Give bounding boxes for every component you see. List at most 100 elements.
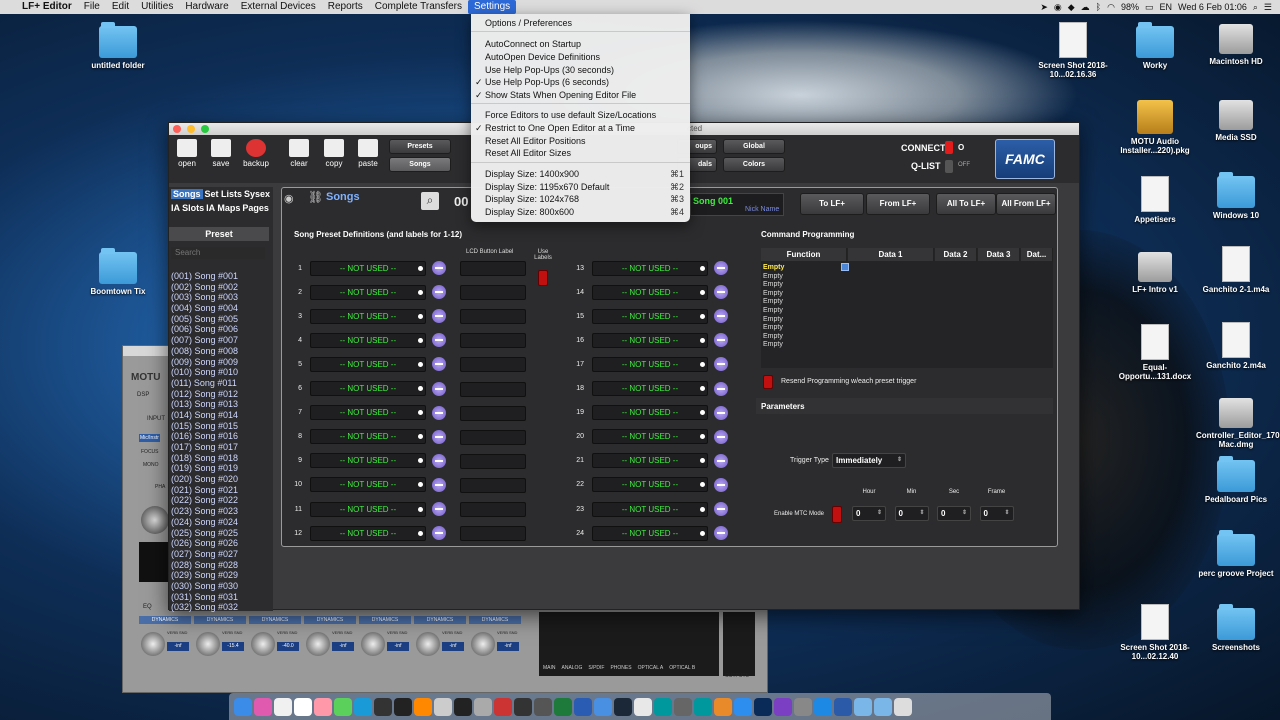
settings-menu-item[interactable]: Reset All Editor Positions xyxy=(471,135,690,147)
col-data1[interactable]: Data 1 xyxy=(848,248,934,261)
slot-preset-field[interactable]: -- NOT USED -- xyxy=(592,501,708,517)
menu-reports[interactable]: Reports xyxy=(322,0,369,14)
all-to-lf-button[interactable]: All To LF+ xyxy=(936,193,996,215)
mtc-field[interactable]: 0 ⇕ xyxy=(937,506,971,521)
send-knob[interactable] xyxy=(361,632,385,656)
desktop-file[interactable]: MOTU Audio Installer...220).pkg xyxy=(1115,100,1195,155)
nav-colors[interactable]: Colors xyxy=(723,157,785,172)
arduino-icon[interactable] xyxy=(654,697,672,716)
trigger-type-select[interactable]: Immediately ⇕ xyxy=(832,453,906,468)
desktop-file[interactable]: Ganchito 2.m4a xyxy=(1196,322,1276,370)
song-list-item[interactable]: (017) Song #017 xyxy=(169,442,269,453)
battery-percent[interactable]: 98% xyxy=(1121,2,1139,12)
remove-slot-button[interactable] xyxy=(432,405,446,420)
copy-button[interactable]: copy xyxy=(318,139,350,168)
qlist-toggle[interactable] xyxy=(945,160,953,173)
wifi-icon[interactable]: ◠ xyxy=(1107,2,1115,13)
dynamics-button[interactable]: DYNAMICS xyxy=(304,616,356,624)
dynamics-button[interactable]: DYNAMICS xyxy=(139,616,191,624)
desktop-file[interactable]: Screen Shot 2018-10...02.16.36 xyxy=(1033,22,1113,79)
slot-preset-field[interactable]: -- NOT USED -- xyxy=(592,525,708,541)
desktop-file[interactable]: Equal-Opportu...131.docx xyxy=(1115,324,1195,381)
desktop-folder[interactable]: Worky xyxy=(1115,22,1195,70)
remove-slot-button[interactable] xyxy=(714,309,728,324)
quicktime-icon[interactable] xyxy=(834,697,852,716)
desktop-file[interactable]: Appetisers xyxy=(1115,176,1195,224)
lcd-label-field[interactable] xyxy=(460,309,526,325)
slot-preset-field[interactable]: -- NOT USED -- xyxy=(592,308,708,324)
clock[interactable]: Wed 6 Feb 01:06 xyxy=(1178,2,1247,12)
col-function[interactable]: Function xyxy=(761,248,847,261)
folder-icon[interactable] xyxy=(874,697,892,716)
from-lf-button[interactable]: From LF+ xyxy=(866,193,930,215)
backup-button[interactable]: backup xyxy=(240,139,272,168)
remove-slot-button[interactable] xyxy=(714,381,728,396)
settings-menu-item[interactable]: Reset All Editor Sizes xyxy=(471,147,690,159)
to-lf-button[interactable]: To LF+ xyxy=(800,193,864,215)
desktop-drive[interactable]: Media SSD xyxy=(1196,100,1276,142)
remove-slot-button[interactable] xyxy=(432,453,446,468)
remove-slot-button[interactable] xyxy=(432,502,446,516)
settings-menu-item[interactable]: ✓ Restrict to One Open Editor at a Time xyxy=(471,122,690,134)
skype-icon[interactable] xyxy=(354,697,372,716)
col-data2[interactable]: Data 2 xyxy=(935,248,977,261)
input-source[interactable]: EN xyxy=(1159,2,1172,12)
desktop-folder[interactable]: perc groove Project xyxy=(1196,530,1276,578)
mtc-field[interactable]: 0 ⇕ xyxy=(979,506,1014,521)
slot-preset-field[interactable]: -- NOT USED -- xyxy=(310,260,426,276)
song-list-item[interactable]: (006) Song #006 xyxy=(169,324,269,335)
menu-hardware[interactable]: Hardware xyxy=(179,0,234,14)
remove-slot-button[interactable] xyxy=(714,502,728,516)
grid-icon[interactable] xyxy=(534,697,552,716)
store-icon[interactable] xyxy=(734,697,752,716)
desktop-file[interactable]: Screen Shot 2018-10...02.12.40 xyxy=(1115,604,1195,661)
nav-songs[interactable]: Songs xyxy=(389,157,451,172)
song-list-item[interactable]: (003) Song #003 xyxy=(169,292,269,303)
settings-menu-item[interactable]: AutoConnect on Startup xyxy=(471,38,690,50)
desktop-folder[interactable]: untitled folder xyxy=(78,22,158,70)
slot-preset-field[interactable]: -- NOT USED -- xyxy=(310,429,426,445)
remove-slot-button[interactable] xyxy=(432,261,446,275)
settings-menu-item[interactable]: Display Size: 1400x900 ⌘1 xyxy=(471,168,690,180)
app-icon[interactable] xyxy=(434,697,452,716)
desktop-file[interactable]: LF+ Intro v1 xyxy=(1115,252,1195,294)
send-knob[interactable] xyxy=(251,632,275,656)
menu-edit[interactable]: Edit xyxy=(106,0,135,14)
song-list-item[interactable]: (028) Song #028 xyxy=(169,560,269,571)
song-list-item[interactable]: (027) Song #027 xyxy=(169,549,269,560)
mail-icon[interactable] xyxy=(594,697,612,716)
song-list-item[interactable]: (008) Song #008 xyxy=(169,346,269,357)
slot-preset-field[interactable]: -- NOT USED -- xyxy=(310,525,426,541)
trash-icon[interactable] xyxy=(894,697,912,716)
chrome-icon[interactable] xyxy=(634,697,652,716)
slot-preset-field[interactable]: -- NOT USED -- xyxy=(310,405,426,421)
tuner-icon[interactable] xyxy=(474,697,492,716)
remove-slot-button[interactable] xyxy=(714,285,728,300)
tab-set-lists[interactable]: Set Lists xyxy=(205,189,243,199)
search-icon[interactable]: ⌕ xyxy=(1253,2,1258,13)
song-name-field[interactable]: Song 001 Nick Name xyxy=(690,193,784,216)
remove-slot-button[interactable] xyxy=(714,477,728,492)
tab-sysex[interactable]: Sysex xyxy=(244,189,270,199)
steam-icon[interactable] xyxy=(614,697,632,716)
minimize-window-button[interactable] xyxy=(187,125,195,133)
lcd-label-field[interactable] xyxy=(460,261,526,276)
remove-slot-button[interactable] xyxy=(432,477,446,492)
settings-menu-item[interactable]: Display Size: 1024x768 ⌘3 xyxy=(471,193,690,205)
piano-icon[interactable] xyxy=(514,697,532,716)
song-list-item[interactable]: (020) Song #020 xyxy=(169,474,269,485)
song-list-item[interactable]: (016) Song #016 xyxy=(169,431,269,442)
clear-button[interactable]: clear xyxy=(283,139,315,168)
slot-preset-field[interactable]: -- NOT USED -- xyxy=(592,429,708,445)
send-knob[interactable] xyxy=(306,632,330,656)
slot-preset-field[interactable]: -- NOT USED -- xyxy=(592,477,708,493)
dynamics-button[interactable]: DYNAMICS xyxy=(194,616,246,624)
mtc-field[interactable]: 0 ⇕ xyxy=(852,506,886,521)
lcd-label-field[interactable] xyxy=(460,502,526,517)
song-list-item[interactable]: (030) Song #030 xyxy=(169,581,269,592)
vlc-icon[interactable] xyxy=(414,697,432,716)
song-list-item[interactable]: (013) Song #013 xyxy=(169,399,269,410)
song-list-item[interactable]: (007) Song #007 xyxy=(169,335,269,346)
slot-preset-field[interactable]: -- NOT USED -- xyxy=(310,501,426,517)
song-list-item[interactable]: (018) Song #018 xyxy=(169,453,269,464)
